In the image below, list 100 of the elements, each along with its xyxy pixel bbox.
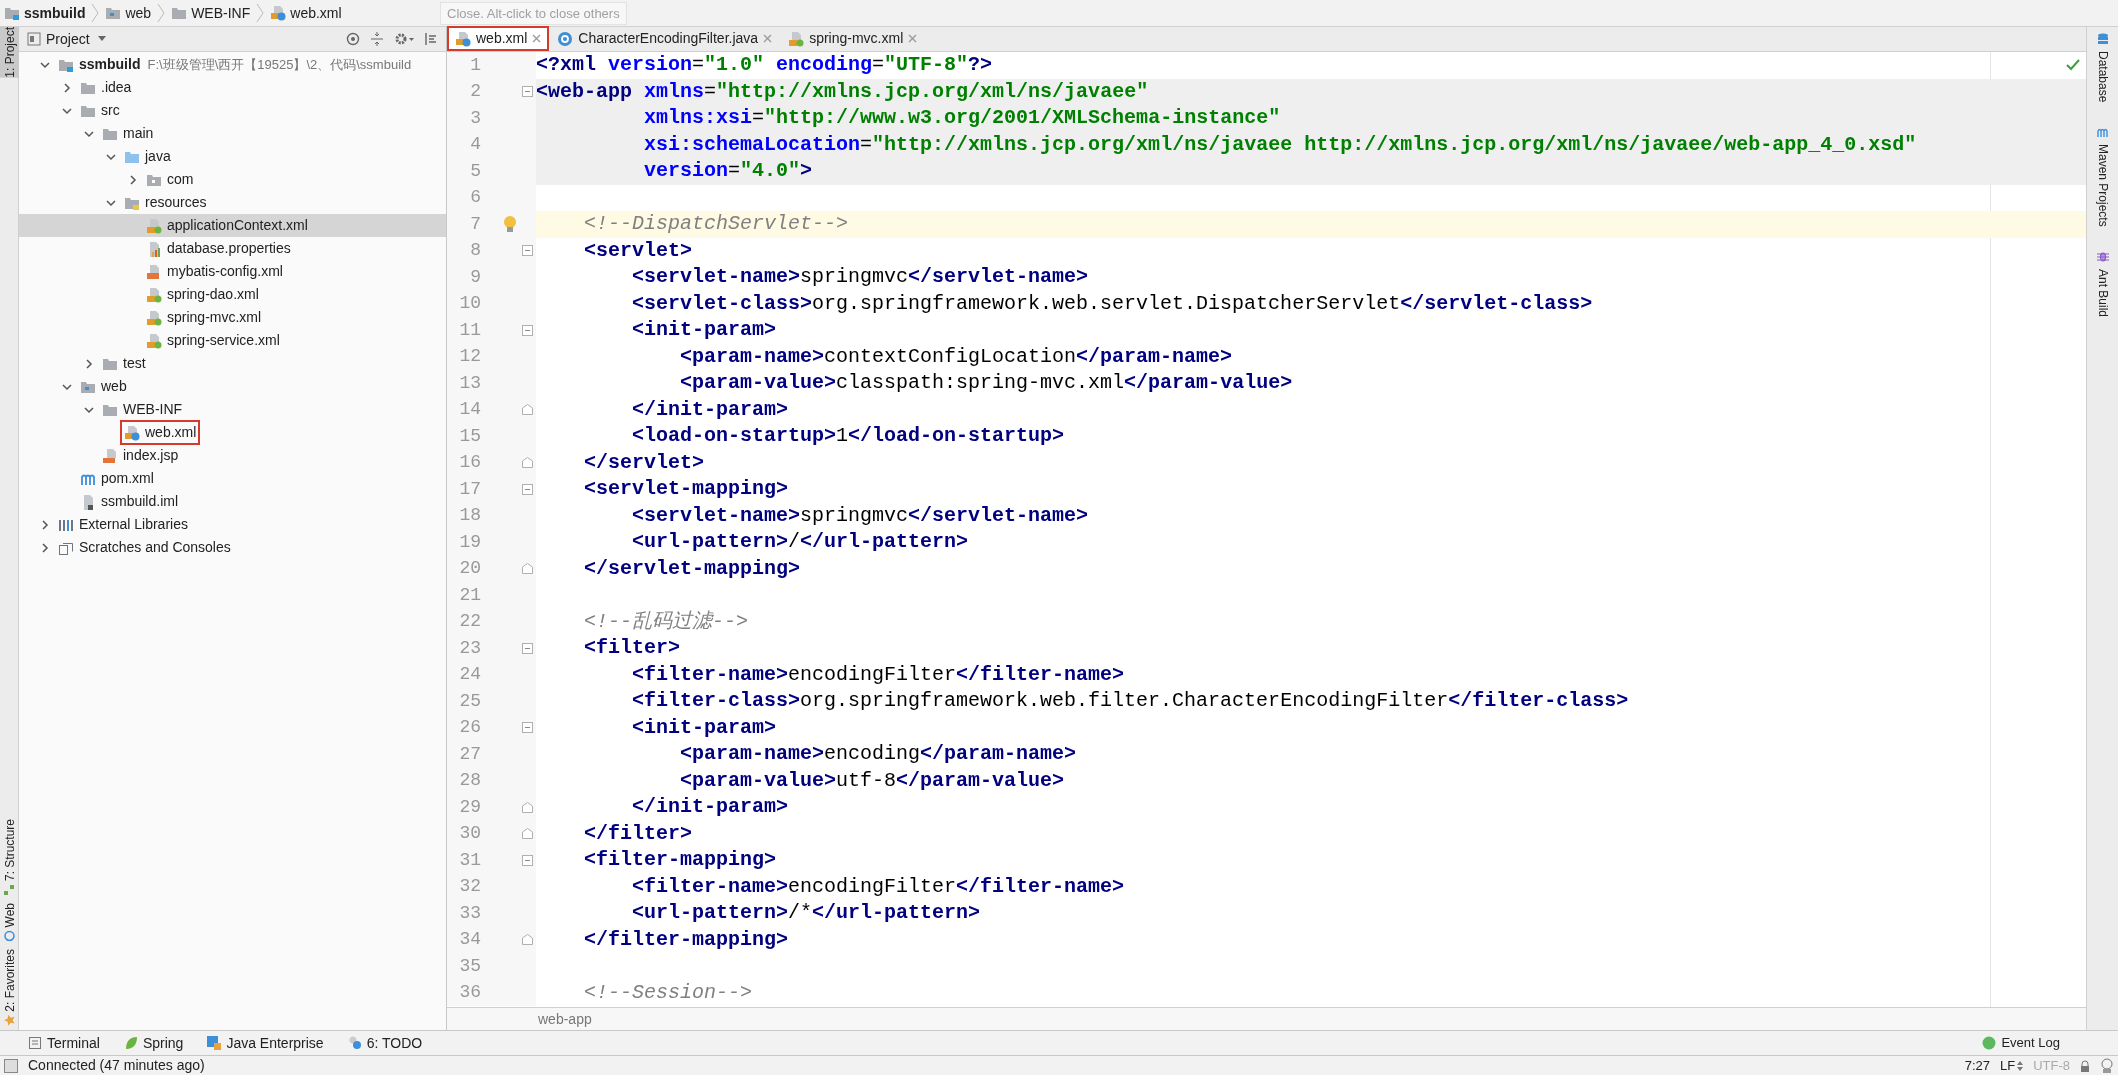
tree-item[interactable]: resources — [19, 191, 446, 214]
code-line: </filter> — [583, 820, 693, 847]
lock-icon[interactable] — [2080, 1059, 2090, 1072]
tree-item[interactable]: database.properties — [19, 237, 446, 260]
tree-item[interactable]: main — [19, 122, 446, 145]
code-line: <web-app xmlns="http://xmlns.jcp.org/xml/ns/javaee" — [536, 78, 1149, 105]
tree-item[interactable]: index.jsp — [19, 444, 446, 467]
tree-item[interactable]: java — [19, 145, 446, 168]
tool-window-tab[interactable]: Maven Projects — [2093, 126, 2112, 228]
tree-item[interactable]: spring-mvc.xml — [19, 306, 446, 329]
line-number: 3 — [469, 106, 481, 130]
locate-icon[interactable] — [346, 32, 360, 46]
close-icon[interactable] — [763, 34, 773, 43]
toggle-panels-icon[interactable] — [4, 1058, 18, 1073]
editor-tab[interactable]: CharacterEncodingFilter.java — [549, 26, 781, 51]
tool-window-tab[interactable]: Ant Build — [2093, 251, 2112, 318]
fold-icon[interactable] — [521, 642, 533, 654]
tree-item[interactable]: applicationContext.xml — [19, 214, 446, 237]
tool-window-tab[interactable]: 7: Structure — [0, 818, 19, 895]
tool-window-tab[interactable]: 1: Project — [0, 27, 19, 78]
tree-item[interactable]: mybatis-config.xml — [19, 260, 446, 283]
code-line: <?xml version="1.0" encoding="UTF-8"?> — [536, 52, 993, 79]
code-line: <servlet-name>springmvc</servlet-name> — [631, 264, 1089, 291]
tree-item[interactable]: web — [19, 375, 446, 398]
tool-window-button[interactable]: Spring — [123, 1032, 184, 1054]
close-icon[interactable] — [532, 34, 542, 43]
tree-item[interactable]: spring-dao.xml — [19, 283, 446, 306]
tree-item[interactable]: src — [19, 99, 446, 122]
tag-breadcrumb[interactable]: web-app — [538, 1008, 592, 1030]
chevron-right-icon[interactable] — [127, 173, 139, 186]
chevron-right-icon[interactable] — [61, 81, 73, 94]
fold-end-icon[interactable] — [521, 828, 533, 840]
line-number: 13 — [458, 371, 481, 395]
tool-window-button[interactable]: Terminal — [28, 1032, 100, 1054]
tool-window-tab[interactable]: 2: Favorites — [0, 949, 19, 1026]
fold-end-icon[interactable] — [521, 457, 533, 469]
collapse-all-icon[interactable] — [370, 32, 384, 46]
chevron-right-icon[interactable] — [83, 357, 95, 370]
code-line: xmlns:xsi="http://www.w3.org/2001/XMLSchema-instance" — [643, 105, 1281, 132]
line-number: 18 — [458, 504, 481, 528]
editor-tab[interactable]: spring-mvc.xml — [780, 26, 926, 51]
line-number: 20 — [458, 557, 481, 581]
fold-icon[interactable] — [521, 324, 533, 336]
dropdown-arrow-icon — [97, 36, 106, 42]
status-message: Connected (47 minutes ago) — [28, 1056, 205, 1075]
code-line: </servlet-mapping> — [583, 555, 801, 582]
chevron-right-icon[interactable] — [39, 541, 51, 554]
editor-tab[interactable]: web.xml — [447, 26, 550, 51]
code-line: <filter-class>org.springframework.web.filter.CharacterEncodingFilter</filter-class> — [631, 688, 1629, 715]
tool-window-tab[interactable]: Web — [0, 902, 19, 942]
breadcrumb-item[interactable]: WEB-INF — [171, 2, 251, 24]
fold-icon[interactable] — [521, 854, 533, 866]
tree-item[interactable]: pom.xml — [19, 467, 446, 490]
tree-item[interactable]: .idea — [19, 76, 446, 99]
fold-end-icon[interactable] — [521, 404, 533, 416]
line-number: 7 — [469, 212, 481, 236]
line-number: 31 — [458, 848, 481, 872]
breadcrumb-item[interactable]: web.xml — [270, 2, 342, 24]
fold-end-icon[interactable] — [521, 563, 533, 575]
tool-window-button[interactable]: Java Enterprise — [207, 1032, 324, 1054]
tree-item[interactable]: spring-service.xml — [19, 329, 446, 352]
view-dropdown[interactable]: Project — [46, 28, 106, 50]
line-number: 17 — [458, 477, 481, 501]
line-number: 8 — [469, 239, 481, 263]
event-log-button[interactable]: Event Log — [1982, 1033, 2060, 1053]
tool-window-button[interactable]: 6: TODO — [347, 1032, 423, 1054]
tree-item[interactable]: ssmbuild.iml — [19, 490, 446, 513]
line-number: 35 — [458, 954, 481, 978]
breadcrumb-item[interactable]: web — [105, 2, 152, 24]
tooltip: Close. Alt-click to close others — [440, 2, 627, 25]
code-line: <filter-name>encodingFilter</filter-name> — [631, 661, 1125, 688]
tree-item[interactable]: Scratches and Consoles — [19, 536, 446, 559]
settings-icon[interactable] — [394, 32, 414, 46]
line-number: 14 — [458, 398, 481, 422]
hide-panel-icon[interactable] — [424, 32, 438, 46]
caret-position[interactable]: 7:27 — [1964, 1055, 1990, 1075]
tree-item[interactable]: External Libraries — [19, 513, 446, 536]
fold-end-icon[interactable] — [521, 801, 533, 813]
tree-item[interactable]: ssmbuild F:\班级管理\西开【19525】\2、代码\ssmbuild — [19, 53, 446, 76]
close-icon[interactable] — [908, 34, 918, 43]
chevron-right-icon — [157, 3, 166, 23]
fold-end-icon[interactable] — [521, 934, 533, 946]
tree-item[interactable]: com — [19, 168, 446, 191]
tree-item[interactable]: test — [19, 352, 446, 375]
file-icon — [102, 447, 118, 464]
line-separator[interactable]: LF — [2000, 1055, 2024, 1075]
breadcrumb-item[interactable]: ssmbuild — [4, 2, 86, 24]
tool-window-tab[interactable]: Database — [2093, 33, 2112, 103]
enterprise-icon — [207, 1036, 222, 1050]
fold-icon[interactable] — [521, 722, 533, 734]
line-number: 10 — [458, 292, 481, 316]
fold-icon[interactable] — [521, 86, 533, 98]
fold-icon[interactable] — [521, 483, 533, 495]
tree-item[interactable]: WEB-INF — [19, 398, 446, 421]
lightbulb-icon[interactable] — [503, 215, 517, 234]
chevron-right-icon[interactable] — [39, 518, 51, 531]
fold-icon[interactable] — [521, 245, 533, 257]
tree-item[interactable]: web.xml — [19, 421, 446, 444]
inspector-icon[interactable] — [2100, 1057, 2114, 1074]
line-number: 21 — [458, 583, 481, 607]
